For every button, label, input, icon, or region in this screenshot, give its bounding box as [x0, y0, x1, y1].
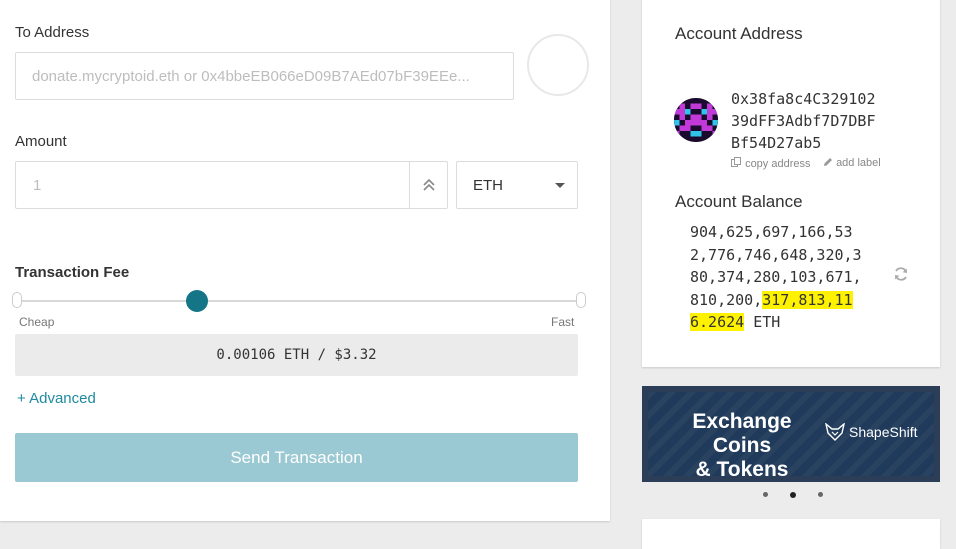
address-identicon-placeholder [527, 34, 589, 96]
to-address-label: To Address [15, 24, 90, 41]
copy-address-label: copy address [745, 158, 811, 170]
amount-stepper-button[interactable] [409, 162, 447, 208]
transaction-fee-slider[interactable] [12, 289, 586, 313]
slider-min-stop [12, 292, 22, 308]
shapeshift-promo-banner[interactable]: Exchange Coins & Tokens ShapeShift [642, 386, 940, 482]
brand-name: ShapeShift [849, 424, 918, 440]
add-label-button[interactable]: add label [823, 157, 881, 169]
balance-unit: ETH [744, 313, 781, 331]
shapeshift-brand: ShapeShift [825, 423, 918, 441]
carousel-dots [763, 492, 823, 500]
amount-label: Amount [15, 133, 67, 150]
promo-headline: Exchange Coins & Tokens [662, 410, 822, 482]
balance-line: 810,200,317,813,11 [690, 289, 885, 312]
advanced-link[interactable]: + Advanced [17, 390, 96, 407]
send-transaction-button[interactable]: Send Transaction [15, 433, 578, 482]
fox-logo-icon [825, 423, 845, 441]
promo-headline-line: & Tokens [695, 458, 789, 481]
carousel-dot-active[interactable] [790, 492, 796, 498]
balance-highlighted-part: 317,813,11 [762, 290, 853, 309]
account-balance-title: Account Balance [675, 192, 803, 211]
add-label-label: add label [836, 157, 881, 169]
amount-input[interactable] [15, 161, 448, 209]
balance-line: 904,625,697,166,53 [690, 223, 853, 241]
account-address-line: Bf54D27ab5 [731, 134, 822, 152]
balance-line: 2,776,746,648,320,3 [690, 245, 862, 264]
account-address-title: Account Address [675, 24, 803, 43]
promo-headline-line: Exchange Coins [692, 410, 792, 457]
account-identicon [674, 98, 718, 142]
lower-card [642, 519, 940, 549]
copy-address-button[interactable]: copy address [731, 157, 811, 170]
balance-line-part: 810,200, [690, 290, 763, 309]
balance-line: 80,374,280,103,671, [690, 268, 862, 286]
unit-select[interactable]: ETH [456, 161, 578, 209]
caret-down-icon [555, 183, 565, 188]
to-address-input[interactable] [15, 52, 514, 100]
balance-highlighted-part: 6.2624 [690, 313, 745, 331]
slider-track [18, 300, 580, 302]
refresh-icon[interactable] [893, 266, 909, 282]
account-address-line: 0x38fa8c4C329102 [731, 90, 876, 108]
account-balance: 904,625,697,166,53 2,776,746,648,320,3 8… [690, 221, 885, 334]
slider-min-label: Cheap [19, 315, 55, 329]
carousel-dot[interactable] [763, 492, 768, 497]
account-address: 0x38fa8c4C329102 39dFF3Adbf7D7DBF Bf54D2… [731, 88, 901, 154]
double-chevron-up-icon [422, 178, 435, 191]
copy-icon [731, 157, 741, 167]
slider-max-label: Fast [551, 315, 575, 329]
transaction-fee-label: Transaction Fee [15, 264, 130, 281]
unit-select-value: ETH [473, 176, 503, 194]
slider-max-stop [576, 292, 586, 308]
balance-line: 6.2624 ETH [690, 311, 885, 334]
account-address-line: 39dFF3Adbf7D7DBF [731, 112, 876, 130]
fee-display: 0.00106 ETH / $3.32 [15, 334, 578, 376]
pencil-icon [824, 158, 832, 166]
carousel-dot[interactable] [818, 492, 823, 497]
slider-handle[interactable] [185, 290, 208, 312]
